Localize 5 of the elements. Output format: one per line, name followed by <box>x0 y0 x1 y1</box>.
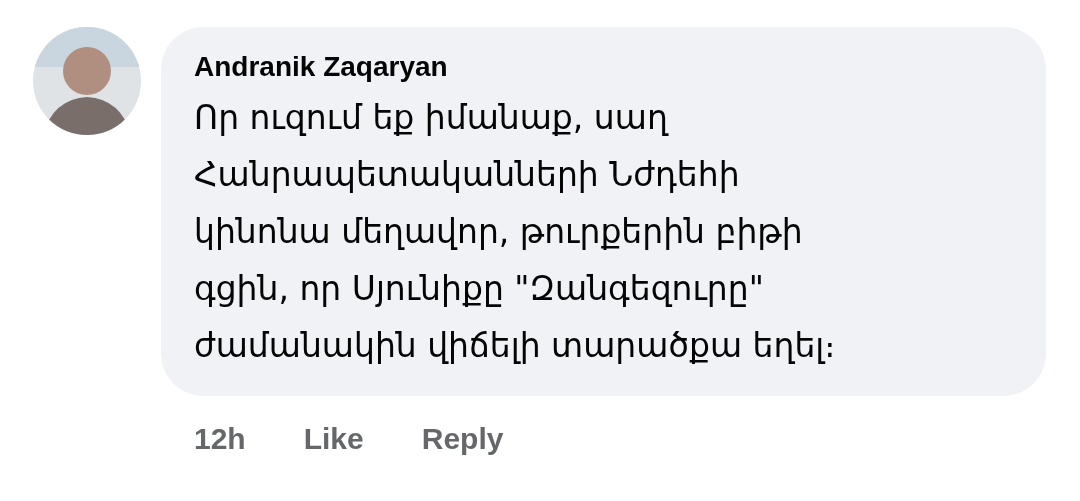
like-link[interactable]: Like <box>303 422 364 456</box>
reply-link[interactable]: Reply <box>421 422 504 456</box>
author-name[interactable]: Andranik Zaqaryan <box>194 51 1016 83</box>
comment-time[interactable]: 12h <box>194 422 246 456</box>
comment-text: Որ ուզում եք իմանաք, սաղ Հանրապետականների Նժդեհի կինոնա մեղավոր, թուրքերին բիթի գցին, որ Սյունիքը "Զանգեզուրը" ժամանակին վիճելի տարածքա եղել։ <box>194 97 837 367</box>
